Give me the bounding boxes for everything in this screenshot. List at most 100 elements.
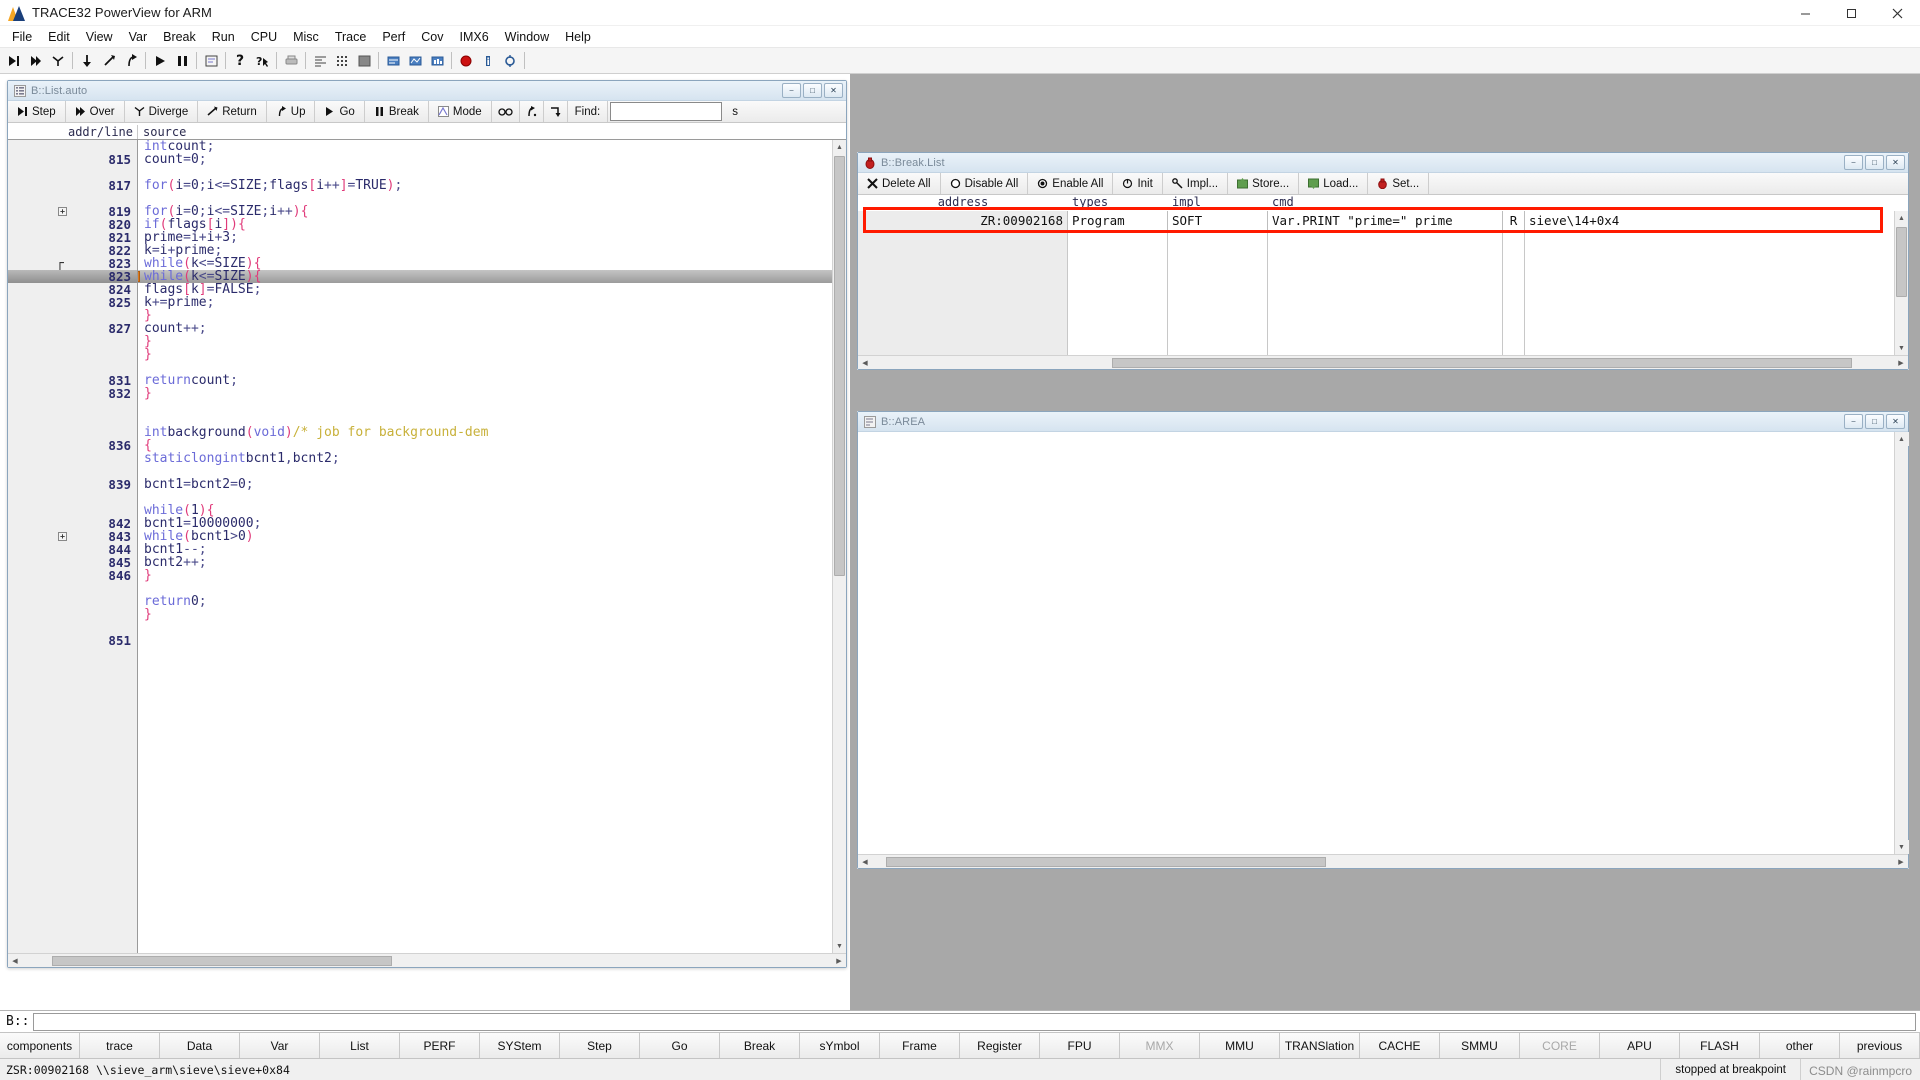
break-scroll-left-icon[interactable]: ◀ [858, 356, 872, 370]
list-mode-button[interactable]: Mode [428, 101, 492, 122]
list-close-icon[interactable]: ✕ [824, 83, 843, 98]
list-step-button[interactable]: Step [8, 101, 66, 122]
step-up-icon[interactable] [120, 50, 142, 72]
code-area[interactable]: 815 817 819 +820 821 822 823 ┌ 823 824 825 827 831 83… [8, 140, 846, 953]
source-code-lines[interactable]: int count; count = 0; for ( i = 0 ; i <=… [138, 140, 846, 953]
list-find-glasses-button[interactable] [491, 101, 520, 122]
break-init-button[interactable]: Init [1113, 173, 1163, 194]
table-row[interactable]: ZR:00902168 Program SOFT Var.PRINT "prim… [858, 211, 1908, 230]
scroll-down-icon[interactable]: ▼ [832, 939, 846, 953]
softkey-step[interactable]: Step [560, 1033, 640, 1058]
code-line-blank-0[interactable]: int count; [138, 140, 846, 154]
code-line-blank-16[interactable]: } [138, 347, 846, 362]
gutter-line-839[interactable]: 839 [8, 477, 137, 492]
code-line-blank-36[interactable]: } [138, 607, 846, 622]
area-scroll-right-icon[interactable]: ▶ [1894, 855, 1908, 869]
code-line-825[interactable]: k += prime; [138, 295, 846, 310]
list-vscroll-thumb[interactable] [834, 156, 845, 576]
menu-window[interactable]: Window [497, 28, 557, 46]
break-window-titlebar[interactable]: B::Break.List ⎯ □ ✕ [858, 153, 1908, 173]
help-icon[interactable]: ? [229, 50, 251, 72]
area-close-icon[interactable]: ✕ [1886, 414, 1905, 429]
gutter-line-836[interactable]: 836 [8, 438, 137, 453]
area-window-titlebar[interactable]: B::AREA ⎯ □ ✕ [858, 412, 1908, 432]
list-goto-up-button[interactable] [519, 101, 544, 122]
code-line-832[interactable]: } [138, 386, 846, 401]
find-input[interactable] [610, 102, 723, 121]
gutter-line-blank-20[interactable] [8, 400, 137, 413]
list-over-button[interactable]: Over [65, 101, 125, 122]
softkey-components[interactable]: components [0, 1033, 80, 1058]
maximize-icon[interactable] [1828, 0, 1874, 26]
softkey-trace[interactable]: trace [80, 1033, 160, 1058]
trace-chart-icon[interactable] [404, 50, 426, 72]
break-vertical-scrollbar[interactable]: ▲ ▼ [1894, 211, 1908, 355]
softkey-go[interactable]: Go [640, 1033, 720, 1058]
code-line-845[interactable]: bcnt2 ++; [138, 555, 846, 570]
scroll-left-icon[interactable]: ◀ [8, 954, 22, 968]
print-icon[interactable] [280, 50, 302, 72]
list-hscroll-thumb[interactable] [52, 955, 392, 966]
code-line-blank-37[interactable] [138, 621, 846, 634]
softkey-data[interactable]: Data [160, 1033, 240, 1058]
break-impl-button[interactable]: Impl... [1162, 173, 1229, 194]
line-number-gutter[interactable]: 815 817 819 +820 821 822 823 ┌ 823 824 825 827 831 83… [8, 140, 138, 953]
gutter-line-851[interactable]: 851 [8, 633, 137, 648]
area-scroll-up-icon[interactable]: ▲ [1894, 432, 1909, 446]
break-horizontal-scrollbar[interactable]: ◀ ▶ [858, 355, 1908, 369]
break-close-icon[interactable]: ✕ [1886, 155, 1905, 170]
list-goto-next-button[interactable] [543, 101, 568, 122]
menu-cov[interactable]: Cov [413, 28, 451, 46]
softkey-fpu[interactable]: FPU [1040, 1033, 1120, 1058]
area-minimize-icon[interactable]: ⎯ [1844, 414, 1863, 429]
break-icon[interactable] [171, 50, 193, 72]
gutter-line-blank-36[interactable] [8, 608, 137, 621]
break-hscroll-track[interactable] [872, 356, 1894, 370]
expand-plus-icon[interactable]: + [58, 532, 67, 541]
step-into-icon[interactable] [3, 50, 25, 72]
gutter-line-827[interactable]: 827 [8, 321, 137, 336]
list-vertical-scrollbar[interactable]: ▲ ▼ [832, 140, 846, 953]
list-maximize-icon[interactable]: □ [803, 83, 822, 98]
area-hscroll-track[interactable] [872, 855, 1894, 869]
code-line-blank-20[interactable] [138, 400, 846, 413]
list-go-button[interactable]: Go [315, 101, 365, 122]
break-disable-all-button[interactable]: Disable All [940, 173, 1029, 194]
area-scroll-down-icon[interactable]: ▼ [1894, 840, 1909, 854]
area-horizontal-scrollbar[interactable]: ◀ ▶ [858, 854, 1908, 868]
menu-cpu[interactable]: CPU [243, 28, 285, 46]
gutter-line-blank-16[interactable] [8, 348, 137, 361]
code-line-844[interactable]: bcnt1 --; [138, 542, 846, 557]
softkey-system[interactable]: SYStem [480, 1033, 560, 1058]
break-maximize-icon[interactable]: □ [1865, 155, 1884, 170]
gutter-line-blank-15[interactable] [8, 335, 137, 348]
gutter-line-blank-24[interactable] [8, 452, 137, 465]
break-minimize-icon[interactable]: ⎯ [1844, 155, 1863, 170]
list-diverge-button[interactable]: Diverge [124, 101, 199, 122]
code-line-824[interactable]: flags[k] = FALSE; [138, 282, 846, 297]
command-input[interactable] [33, 1012, 1916, 1031]
code-line-820[interactable]: if (flags[i]) { [138, 217, 846, 232]
area-hscroll-thumb[interactable] [886, 856, 1326, 867]
softkey-flash[interactable]: FLASH [1680, 1033, 1760, 1058]
break-vscroll-thumb[interactable] [1896, 227, 1907, 297]
context-help-icon[interactable]: ? [251, 50, 273, 72]
step-over-icon[interactable] [25, 50, 47, 72]
code-line-817[interactable]: for ( i = 0 ; i <= SIZE ; flags[ i ++ ] =… [138, 178, 846, 193]
break-hscroll-thumb[interactable] [1112, 357, 1852, 368]
register-icon[interactable] [309, 50, 331, 72]
softkey-cache[interactable]: CACHE [1360, 1033, 1440, 1058]
softkey-apu[interactable]: APU [1600, 1033, 1680, 1058]
menu-help[interactable]: Help [557, 28, 599, 46]
menu-imx6[interactable]: IMX6 [451, 28, 496, 46]
area-vertical-scrollbar[interactable]: ▲ ▼ [1894, 432, 1909, 854]
code-line-blank-17[interactable] [138, 361, 846, 374]
gutter-line-832[interactable]: 832 [8, 386, 137, 401]
expand-plus-icon[interactable]: + [58, 207, 67, 216]
menu-file[interactable]: File [4, 28, 40, 46]
go-icon[interactable] [149, 50, 171, 72]
code-line-815[interactable]: count = 0; [138, 152, 846, 167]
softkey-list[interactable]: List [320, 1033, 400, 1058]
breakpoint-icon[interactable] [455, 50, 477, 72]
menu-misc[interactable]: Misc [285, 28, 327, 46]
